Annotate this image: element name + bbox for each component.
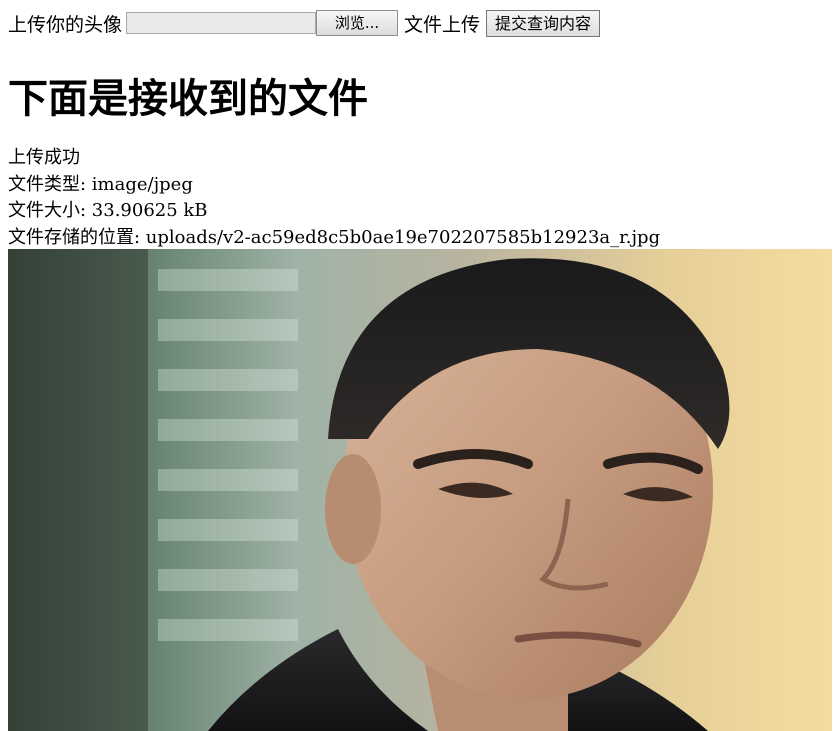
upload-status: 上传成功 [8, 147, 80, 168]
file-path-display[interactable] [126, 12, 317, 34]
avatar-label: 上传你的头像 [8, 13, 123, 36]
file-path-line: 文件存储的位置: uploads/v2-ac59ed8c5b0ae19e7022… [8, 226, 661, 248]
uploaded-image [8, 249, 832, 731]
page-heading: 下面是接收到的文件 [8, 76, 368, 122]
upload-form: 上传你的头像 浏览... 文件上传 提交查询内容 [8, 9, 601, 37]
uploaded-photo-placeholder [8, 249, 832, 731]
upload-result-page: 上传你的头像 浏览... 文件上传 提交查询内容 下面是接收到的文件 上传成功 … [0, 0, 835, 731]
file-type-line: 文件类型: image/jpeg [8, 173, 193, 195]
file-upload-label: 文件上传 [404, 13, 481, 36]
file-size-line: 文件大小: 33.90625 kB [8, 200, 208, 221]
submit-button[interactable]: 提交查询内容 [486, 9, 601, 37]
avatar-file-input[interactable]: 浏览... [126, 10, 399, 36]
browse-button[interactable]: 浏览... [316, 10, 399, 36]
upload-info: 上传成功 文件类型: image/jpeg 文件大小: 33.90625 kB … [8, 145, 660, 251]
